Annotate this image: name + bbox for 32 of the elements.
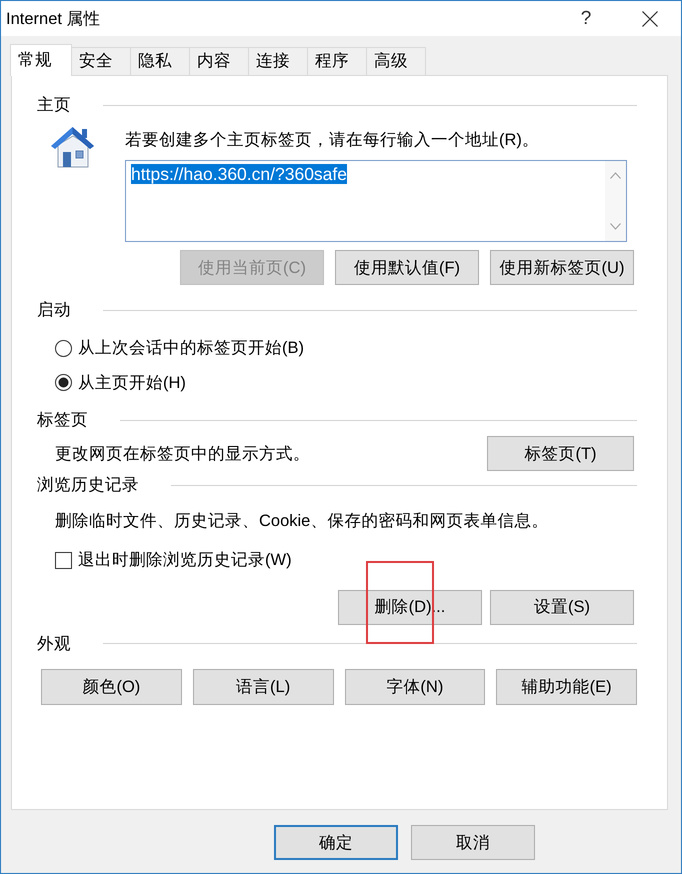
appearance-button[interactable]: 颜色(O) <box>41 668 182 704</box>
section-heading: 启动 <box>37 300 71 320</box>
dialog-button[interactable]: 取消 <box>411 825 535 860</box>
checkbox-option[interactable]: 退出时删除浏览历史记录(W) <box>55 549 292 571</box>
appearance-button[interactable]: 语言(L) <box>192 668 334 704</box>
close-icon <box>642 10 658 26</box>
scrollbar[interactable] <box>605 161 626 241</box>
tabs-settings-button[interactable]: 标签页(T) <box>487 436 634 471</box>
section-heading: 浏览历史记录 <box>37 475 139 495</box>
chevron-down-icon <box>610 223 621 230</box>
tab[interactable]: 常规 <box>10 44 72 76</box>
homepage-button[interactable]: 使用默认值(F) <box>335 250 479 285</box>
radio-option[interactable]: 从上次会话中的标签页开始(B) <box>55 337 304 359</box>
radio-option[interactable]: 从主页开始(H) <box>55 372 186 394</box>
homepage-button[interactable]: 使用新标签页(U) <box>490 250 634 285</box>
history-button[interactable]: 设置(S) <box>490 590 634 624</box>
tab[interactable]: 高级 <box>366 47 426 75</box>
description-text: 更改网页在标签页中的显示方式。 <box>54 444 310 464</box>
window-title: Internet 属性 <box>6 8 102 30</box>
homepage-field[interactable]: https://hao.360.cn/?360safe <box>125 160 627 242</box>
dialog-button[interactable]: 确定 <box>274 825 398 860</box>
house-icon <box>50 126 95 168</box>
section-heading: 外观 <box>37 634 71 654</box>
help-button[interactable]: ? <box>571 4 601 34</box>
chevron-up-icon <box>610 172 621 179</box>
appearance-button[interactable]: 辅助功能(E) <box>496 668 637 704</box>
description-text: 删除临时文件、历史记录、Cookie、保存的密码和网页表单信息。 <box>54 511 550 532</box>
section-heading: 主页 <box>37 95 71 115</box>
instruction-text: 若要创建多个主页标签页，请在每行输入一个地址(R)。 <box>125 130 540 151</box>
appearance-button[interactable]: 字体(N) <box>344 668 486 704</box>
url-text: https://hao.360.cn/?360safe <box>131 164 347 184</box>
section-heading: 标签页 <box>37 410 88 430</box>
